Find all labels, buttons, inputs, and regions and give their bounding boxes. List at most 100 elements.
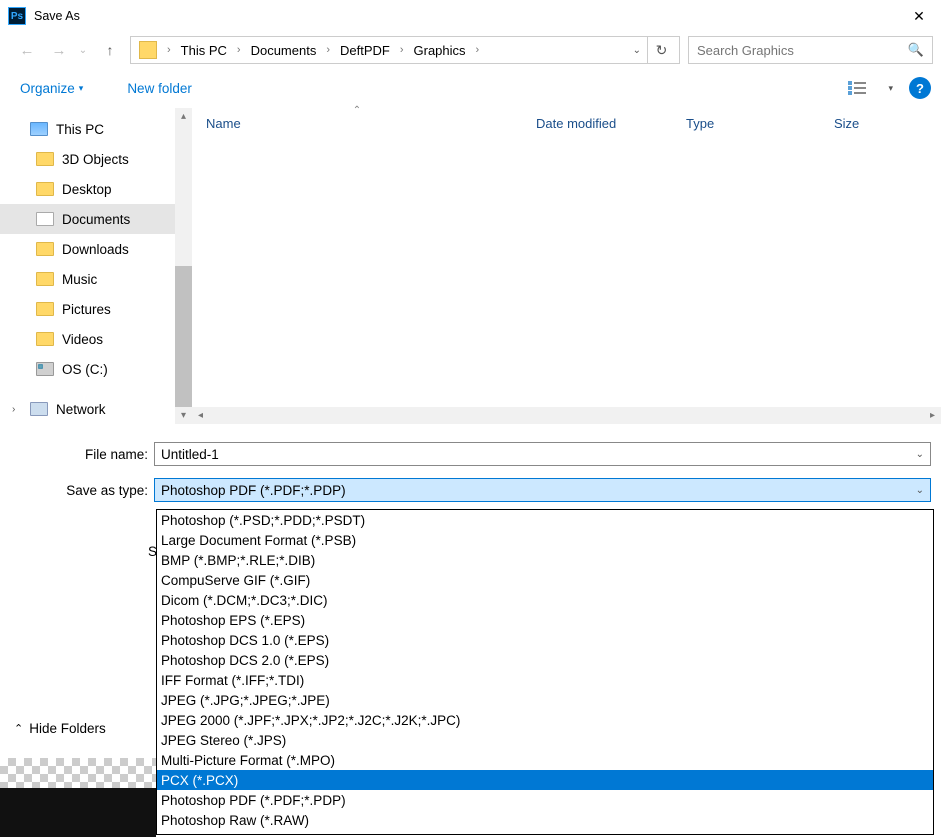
scroll-down-icon[interactable]: ▾ bbox=[175, 407, 192, 424]
file-list-body[interactable] bbox=[192, 140, 941, 407]
scroll-track[interactable] bbox=[209, 407, 924, 424]
save-type-row: Save as type: Photoshop PDF (*.PDF;*.PDP… bbox=[0, 474, 941, 506]
chevron-icon[interactable]: › bbox=[231, 44, 247, 56]
organize-label: Organize bbox=[20, 81, 75, 96]
dropdown-option[interactable]: Large Document Format (*.PSB) bbox=[157, 530, 933, 550]
save-type-dropdown-list[interactable]: Photoshop (*.PSD;*.PDD;*.PSDT)Large Docu… bbox=[156, 509, 934, 835]
dropdown-option[interactable]: CompuServe GIF (*.GIF) bbox=[157, 570, 933, 590]
file-name-label: File name: bbox=[0, 447, 154, 462]
column-type[interactable]: Type bbox=[672, 108, 820, 139]
dropdown-option[interactable]: JPEG (*.JPG;*.JPEG;*.JPE) bbox=[157, 690, 933, 710]
column-date-modified[interactable]: Date modified bbox=[522, 108, 672, 139]
chevron-icon[interactable]: › bbox=[320, 44, 336, 56]
address-history-dropdown[interactable]: ⌄ bbox=[627, 45, 647, 56]
breadcrumb-this-pc[interactable]: This PC bbox=[177, 37, 231, 63]
app-icon: Ps bbox=[8, 7, 26, 25]
tree-pictures[interactable]: Pictures bbox=[0, 294, 175, 324]
tree-music[interactable]: Music bbox=[0, 264, 175, 294]
folder-icon bbox=[36, 332, 54, 346]
close-button[interactable]: ✕ bbox=[897, 0, 941, 32]
dropdown-option[interactable]: JPEG 2000 (*.JPF;*.JPX;*.JP2;*.J2C;*.J2K… bbox=[157, 710, 933, 730]
dropdown-option[interactable]: BMP (*.BMP;*.RLE;*.DIB) bbox=[157, 550, 933, 570]
window-title: Save As bbox=[34, 9, 897, 23]
pc-icon bbox=[30, 122, 48, 136]
dropdown-option[interactable]: Photoshop DCS 1.0 (*.EPS) bbox=[157, 630, 933, 650]
title-bar: Ps Save As ✕ bbox=[0, 0, 941, 32]
search-box[interactable]: 🔍 bbox=[688, 36, 933, 64]
scroll-right-icon[interactable]: ▸ bbox=[924, 407, 941, 424]
tree-documents[interactable]: Documents bbox=[0, 204, 175, 234]
new-folder-button[interactable]: New folder bbox=[127, 81, 192, 96]
back-button[interactable]: ← bbox=[12, 36, 42, 64]
tree-3d-objects[interactable]: 3D Objects bbox=[0, 144, 175, 174]
expand-icon[interactable]: › bbox=[12, 404, 15, 415]
breadcrumb-deftpdf[interactable]: DeftPDF bbox=[336, 37, 394, 63]
dropdown-option[interactable]: Photoshop DCS 2.0 (*.EPS) bbox=[157, 650, 933, 670]
save-type-label: Save as type: bbox=[0, 483, 154, 498]
folder-icon bbox=[36, 272, 54, 286]
tree-network[interactable]: ›Network bbox=[0, 394, 175, 424]
main-area: This PC 3D Objects Desktop Documents Dow… bbox=[0, 108, 941, 424]
file-name-row: File name: Untitled-1 ⌄ bbox=[0, 438, 941, 470]
chevron-up-icon: ⌃ bbox=[14, 722, 23, 735]
folder-icon bbox=[36, 152, 54, 166]
scroll-left-icon[interactable]: ◂ bbox=[192, 407, 209, 424]
tree-desktop[interactable]: Desktop bbox=[0, 174, 175, 204]
file-name-input[interactable]: Untitled-1 ⌄ bbox=[154, 442, 931, 466]
forward-button[interactable]: → bbox=[44, 36, 74, 64]
dropdown-option[interactable]: Multi-Picture Format (*.MPO) bbox=[157, 750, 933, 770]
up-button[interactable]: ↑ bbox=[96, 36, 124, 64]
save-type-value: Photoshop PDF (*.PDF;*.PDP) bbox=[161, 483, 346, 498]
chevron-icon[interactable]: › bbox=[470, 44, 486, 56]
dropdown-option[interactable]: PCX (*.PCX) bbox=[157, 770, 933, 790]
dropdown-option[interactable]: Dicom (*.DCM;*.DC3;*.DIC) bbox=[157, 590, 933, 610]
folder-icon bbox=[36, 242, 54, 256]
tree-os-c[interactable]: OS (C:) bbox=[0, 354, 175, 384]
save-type-combo[interactable]: Photoshop PDF (*.PDF;*.PDP) ⌄ bbox=[154, 478, 931, 502]
tree-scrollbar[interactable]: ▴ ▾ bbox=[175, 108, 192, 424]
chevron-down-icon[interactable]: ⌄ bbox=[916, 485, 924, 496]
nav-row: ← → ⌄ ↑ › This PC › Documents › DeftPDF … bbox=[0, 32, 941, 68]
toolbar: Organize ▾ New folder ▾ ? bbox=[0, 68, 941, 108]
address-bar[interactable]: › This PC › Documents › DeftPDF › Graphi… bbox=[130, 36, 680, 64]
dropdown-option[interactable]: Photoshop EPS (*.EPS) bbox=[157, 610, 933, 630]
view-button[interactable] bbox=[842, 76, 872, 100]
file-name-value: Untitled-1 bbox=[161, 447, 219, 462]
chevron-icon[interactable]: › bbox=[394, 44, 410, 56]
column-size[interactable]: Size bbox=[820, 108, 941, 139]
chevron-down-icon: ▾ bbox=[79, 83, 84, 94]
scroll-thumb[interactable] bbox=[175, 266, 192, 407]
folder-icon bbox=[139, 41, 157, 59]
folder-tree: This PC 3D Objects Desktop Documents Dow… bbox=[0, 108, 175, 424]
drive-icon bbox=[36, 362, 54, 376]
recent-dropdown[interactable]: ⌄ bbox=[76, 36, 90, 64]
breadcrumb-documents[interactable]: Documents bbox=[247, 37, 321, 63]
refresh-button[interactable]: ↻ bbox=[647, 37, 675, 63]
view-dropdown[interactable]: ▾ bbox=[884, 83, 897, 94]
breadcrumb-graphics[interactable]: Graphics bbox=[410, 37, 470, 63]
chevron-icon[interactable]: › bbox=[161, 44, 177, 56]
tree-this-pc[interactable]: This PC bbox=[0, 114, 175, 144]
search-input[interactable] bbox=[697, 43, 908, 58]
dropdown-option[interactable]: Photoshop (*.PSD;*.PDD;*.PSDT) bbox=[157, 510, 933, 530]
folder-icon bbox=[36, 212, 54, 226]
canvas-black-strip bbox=[0, 788, 156, 837]
chevron-down-icon[interactable]: ⌄ bbox=[916, 449, 924, 460]
canvas-transparency-preview bbox=[0, 758, 156, 788]
scroll-up-icon[interactable]: ▴ bbox=[175, 108, 192, 125]
hide-folders-label: Hide Folders bbox=[29, 721, 106, 736]
file-hscrollbar[interactable]: ◂ ▸ bbox=[192, 407, 941, 424]
dropdown-option[interactable]: IFF Format (*.IFF;*.TDI) bbox=[157, 670, 933, 690]
help-button[interactable]: ? bbox=[909, 77, 931, 99]
dropdown-option[interactable]: Photoshop Raw (*.RAW) bbox=[157, 810, 933, 830]
file-list: ⌃ Name Date modified Type Size ◂ ▸ bbox=[192, 108, 941, 424]
network-icon bbox=[30, 402, 48, 416]
folder-icon bbox=[36, 302, 54, 316]
dropdown-option[interactable]: JPEG Stereo (*.JPS) bbox=[157, 730, 933, 750]
tree-downloads[interactable]: Downloads bbox=[0, 234, 175, 264]
search-icon[interactable]: 🔍 bbox=[908, 42, 924, 58]
hide-folders-button[interactable]: ⌃ Hide Folders bbox=[14, 721, 106, 736]
dropdown-option[interactable]: Photoshop PDF (*.PDF;*.PDP) bbox=[157, 790, 933, 810]
tree-videos[interactable]: Videos bbox=[0, 324, 175, 354]
organize-menu[interactable]: Organize ▾ bbox=[20, 81, 83, 96]
